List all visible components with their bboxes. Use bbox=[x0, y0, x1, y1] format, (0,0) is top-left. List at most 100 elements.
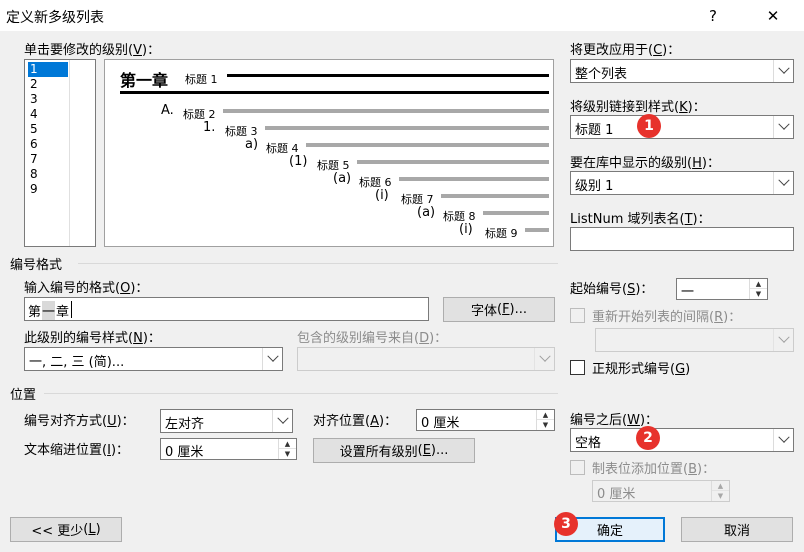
include-level-select[interactable] bbox=[297, 347, 555, 371]
gallery-level-label: 要在库中显示的级别(H)： bbox=[570, 156, 720, 171]
position-section-title: 位置 bbox=[10, 388, 37, 403]
preview-chapter-title: 第一章 bbox=[120, 71, 169, 90]
list-scroll-area bbox=[70, 62, 94, 244]
format-label: 输入编号的格式(O)： bbox=[24, 281, 149, 296]
level-preview: 第一章 标题 1 A. 标题 2 1. 标题 3 a) 标题 4 (1) 标题 … bbox=[104, 59, 554, 247]
preview-number: (i) bbox=[375, 188, 389, 203]
aligned-at-label: 对齐位置(A)： bbox=[313, 414, 398, 429]
title-bar: 定义新多级列表 ? ✕ bbox=[0, 0, 804, 32]
spin-up-icon[interactable]: ▲ bbox=[537, 410, 554, 420]
level-item[interactable]: 5 bbox=[28, 122, 68, 137]
close-button[interactable]: ✕ bbox=[750, 0, 796, 32]
text-indent-label: 文本缩进位置(I)： bbox=[24, 443, 130, 458]
spin-down-icon[interactable]: ▼ bbox=[279, 449, 296, 459]
preview-label: 标题 9 bbox=[485, 227, 518, 240]
restart-checkbox[interactable] bbox=[570, 308, 585, 323]
preview-line bbox=[223, 109, 549, 113]
tab-stop-label: 制表位添加位置(B)： bbox=[592, 462, 716, 477]
preview-line bbox=[525, 228, 549, 232]
text-indent-spinner[interactable]: 0 厘米 ▲ ▼ bbox=[160, 438, 297, 460]
follow-number-select[interactable]: 空格 bbox=[570, 428, 794, 452]
apply-to-label: 将更改应用于(C)： bbox=[570, 43, 681, 58]
preview-line bbox=[399, 177, 549, 181]
cancel-button[interactable]: 取消 bbox=[681, 517, 793, 542]
level-item[interactable]: 1 bbox=[28, 62, 68, 77]
format-text-suffix: 章 bbox=[56, 305, 70, 320]
link-style-select[interactable]: 标题 1 bbox=[570, 115, 794, 139]
preview-label: 标题 1 bbox=[185, 73, 218, 86]
section-divider bbox=[78, 263, 558, 264]
number-style-select[interactable]: 一, 二, 三 (简)... bbox=[24, 347, 283, 371]
number-format-section-title: 编号格式 bbox=[10, 258, 63, 273]
close-icon: ✕ bbox=[766, 7, 780, 25]
format-text-prefix: 第 bbox=[28, 305, 42, 320]
level-item[interactable]: 7 bbox=[28, 152, 68, 167]
level-item[interactable]: 4 bbox=[28, 107, 68, 122]
format-input[interactable]: 第 一 章 bbox=[24, 297, 429, 321]
level-list-label: 单击要修改的级别(V)： bbox=[24, 43, 161, 58]
preview-number: (a) bbox=[417, 205, 436, 220]
preview-number: (1) bbox=[289, 154, 308, 169]
level-item[interactable]: 9 bbox=[28, 182, 68, 197]
listnum-label: ListNum 域列表名(T)： bbox=[570, 212, 711, 227]
restart-select[interactable] bbox=[595, 328, 794, 352]
apply-to-select[interactable]: 整个列表 bbox=[570, 59, 794, 83]
preview-line bbox=[306, 143, 549, 147]
number-alignment-label: 编号对齐方式(U)： bbox=[24, 414, 135, 429]
tab-stop-spinner[interactable]: 0 厘米 ▲ ▼ bbox=[592, 480, 730, 502]
preview-line bbox=[357, 160, 549, 164]
preview-number: a) bbox=[245, 137, 259, 152]
preview-number: A. bbox=[161, 103, 174, 118]
less-button[interactable]: << 更少(L) bbox=[10, 517, 122, 542]
level-item[interactable]: 8 bbox=[28, 167, 68, 182]
chevron-down-icon bbox=[773, 329, 793, 351]
number-style-label: 此级别的编号样式(N)： bbox=[24, 331, 161, 346]
spin-down-icon[interactable]: ▼ bbox=[712, 491, 729, 501]
preview-line bbox=[120, 91, 549, 94]
window-title: 定义新多级列表 bbox=[6, 10, 104, 26]
chevron-down-icon bbox=[773, 172, 793, 194]
preview-line bbox=[227, 74, 549, 77]
chevron-down-icon bbox=[773, 429, 793, 451]
preview-line bbox=[441, 194, 549, 198]
format-number-field: 一 bbox=[42, 301, 56, 320]
level-listbox[interactable]: 1 2 3 4 5 6 7 8 9 bbox=[24, 59, 96, 247]
spin-up-icon[interactable]: ▲ bbox=[279, 439, 296, 449]
start-at-label: 起始编号(S)： bbox=[570, 282, 654, 297]
preview-line bbox=[265, 126, 549, 130]
aligned-at-spinner[interactable]: 0 厘米 ▲ ▼ bbox=[416, 409, 555, 431]
legal-style-checkbox[interactable] bbox=[570, 360, 585, 375]
callout-badge: 1 bbox=[637, 114, 661, 138]
callout-badge: 2 bbox=[636, 426, 660, 450]
start-at-spinner[interactable]: 一 ▲ ▼ bbox=[676, 278, 768, 300]
spin-up-icon[interactable]: ▲ bbox=[750, 279, 767, 289]
tab-stop-checkbox[interactable] bbox=[570, 460, 585, 475]
spin-up-icon[interactable]: ▲ bbox=[712, 481, 729, 491]
font-button[interactable]: 字体(F)... bbox=[443, 297, 555, 322]
include-level-label: 包含的级别编号来自(D)： bbox=[297, 331, 448, 346]
legal-style-label: 正规形式编号(G) bbox=[592, 362, 691, 377]
level-item[interactable]: 3 bbox=[28, 92, 68, 107]
callout-badge: 3 bbox=[554, 512, 578, 536]
level-item[interactable]: 6 bbox=[28, 137, 68, 152]
spin-down-icon[interactable]: ▼ bbox=[537, 420, 554, 430]
level-item[interactable]: 2 bbox=[28, 77, 68, 92]
listnum-input[interactable] bbox=[570, 227, 794, 251]
gallery-level-select[interactable]: 级别 1 bbox=[570, 171, 794, 195]
preview-number: (i) bbox=[459, 222, 473, 237]
chevron-down-icon bbox=[534, 348, 554, 370]
chevron-down-icon bbox=[262, 348, 282, 370]
chevron-down-icon bbox=[773, 60, 793, 82]
spin-down-icon[interactable]: ▼ bbox=[750, 289, 767, 299]
number-alignment-select[interactable]: 左对齐 bbox=[160, 409, 293, 433]
chevron-down-icon bbox=[773, 116, 793, 138]
set-all-levels-button[interactable]: 设置所有级别(E)... bbox=[313, 438, 475, 463]
preview-line bbox=[483, 211, 549, 215]
preview-number: 1. bbox=[203, 120, 216, 135]
link-style-label: 将级别链接到样式(K)： bbox=[570, 100, 706, 115]
section-divider bbox=[44, 393, 558, 394]
preview-number: (a) bbox=[333, 171, 352, 186]
help-button[interactable]: ? bbox=[690, 0, 736, 32]
chevron-down-icon bbox=[272, 410, 292, 432]
text-caret bbox=[71, 301, 72, 318]
